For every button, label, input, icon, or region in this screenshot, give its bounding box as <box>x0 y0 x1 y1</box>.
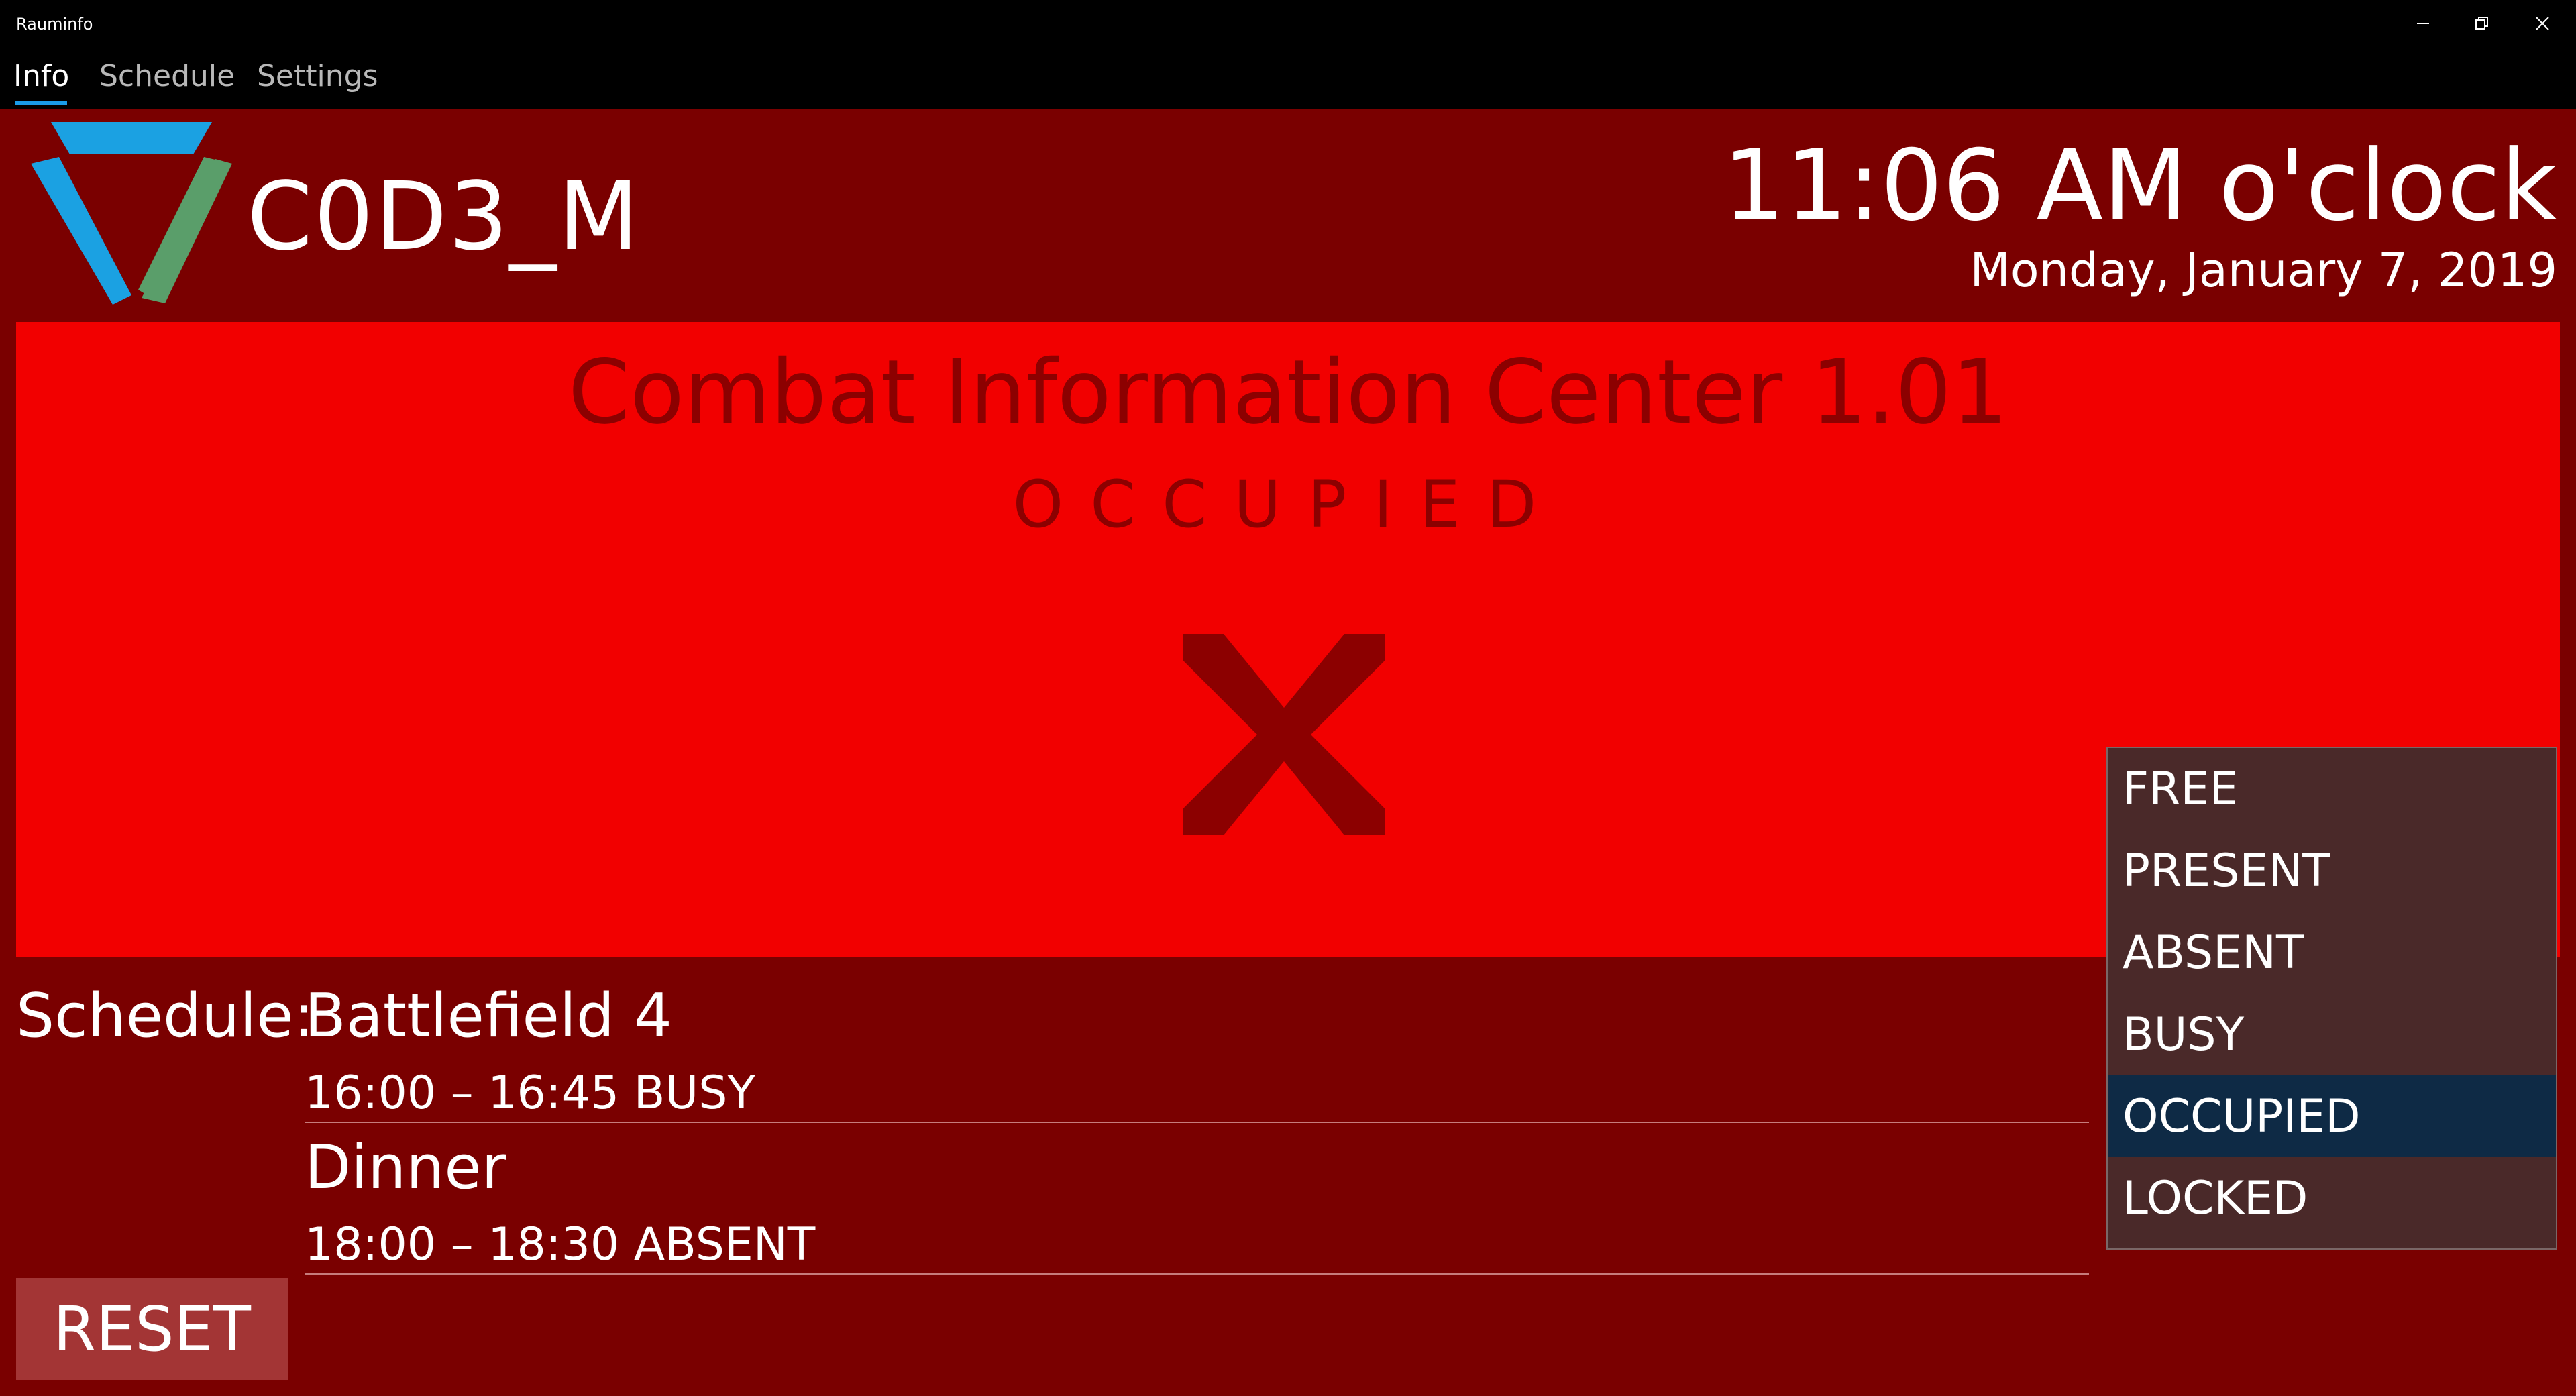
room-name: Combat Information Center 1.01 <box>568 341 2008 444</box>
schedule-entry: Dinner 18:00 – 18:30 ABSENT <box>305 1132 2089 1275</box>
status-option-present[interactable]: PRESENT <box>2108 830 2556 912</box>
status-option-absent[interactable]: ABSENT <box>2108 912 2556 994</box>
restore-icon <box>2475 17 2488 30</box>
schedule-entry-time: 16:00 – 16:45 BUSY <box>305 1067 755 1120</box>
schedule-entry-title: Battlefield 4 <box>305 981 672 1051</box>
schedule-entry-title: Dinner <box>305 1132 506 1203</box>
status-option-occupied[interactable]: OCCUPIED <box>2108 1075 2556 1157</box>
tab-schedule[interactable]: Schedule <box>99 59 235 93</box>
minimize-icon <box>2417 23 2429 24</box>
close-icon <box>2536 17 2549 30</box>
status-option-busy[interactable]: BUSY <box>2108 994 2556 1075</box>
close-button[interactable] <box>2505 0 2576 47</box>
tab-info[interactable]: Info <box>13 59 69 93</box>
x-icon <box>1183 634 1385 835</box>
info-page: C0D3_M 11:06 AM o'clock Monday, January … <box>0 109 2576 1396</box>
logo-icon <box>31 122 232 305</box>
clock-time: 11:06 AM o'clock <box>1723 129 2557 243</box>
status-text: OCCUPIED <box>1012 467 1564 542</box>
reset-button[interactable]: RESET <box>16 1278 288 1380</box>
status-option-free[interactable]: FREE <box>2108 748 2556 830</box>
clock-date: Monday, January 7, 2019 <box>1970 243 2557 298</box>
schedule-entry-time: 18:00 – 18:30 ABSENT <box>305 1218 816 1271</box>
schedule-label: Schedule: <box>16 981 314 1051</box>
window-title: Rauminfo <box>16 15 93 34</box>
tab-settings[interactable]: Settings <box>257 59 378 93</box>
status-dropdown: FREE PRESENT ABSENT BUSY OCCUPIED LOCKED <box>2106 747 2557 1250</box>
nav-tabs: Info Schedule Settings <box>0 47 2576 109</box>
active-tab-indicator <box>15 101 67 105</box>
status-option-locked[interactable]: LOCKED <box>2108 1157 2556 1239</box>
app-window: Rauminfo Info Schedule Settings C0D3_M 1… <box>0 0 2576 1396</box>
title-bar: Rauminfo <box>0 0 2576 47</box>
schedule-entry: Battlefield 4 16:00 – 16:45 BUSY <box>305 981 2089 1123</box>
room-code: C0D3_M <box>247 162 641 272</box>
